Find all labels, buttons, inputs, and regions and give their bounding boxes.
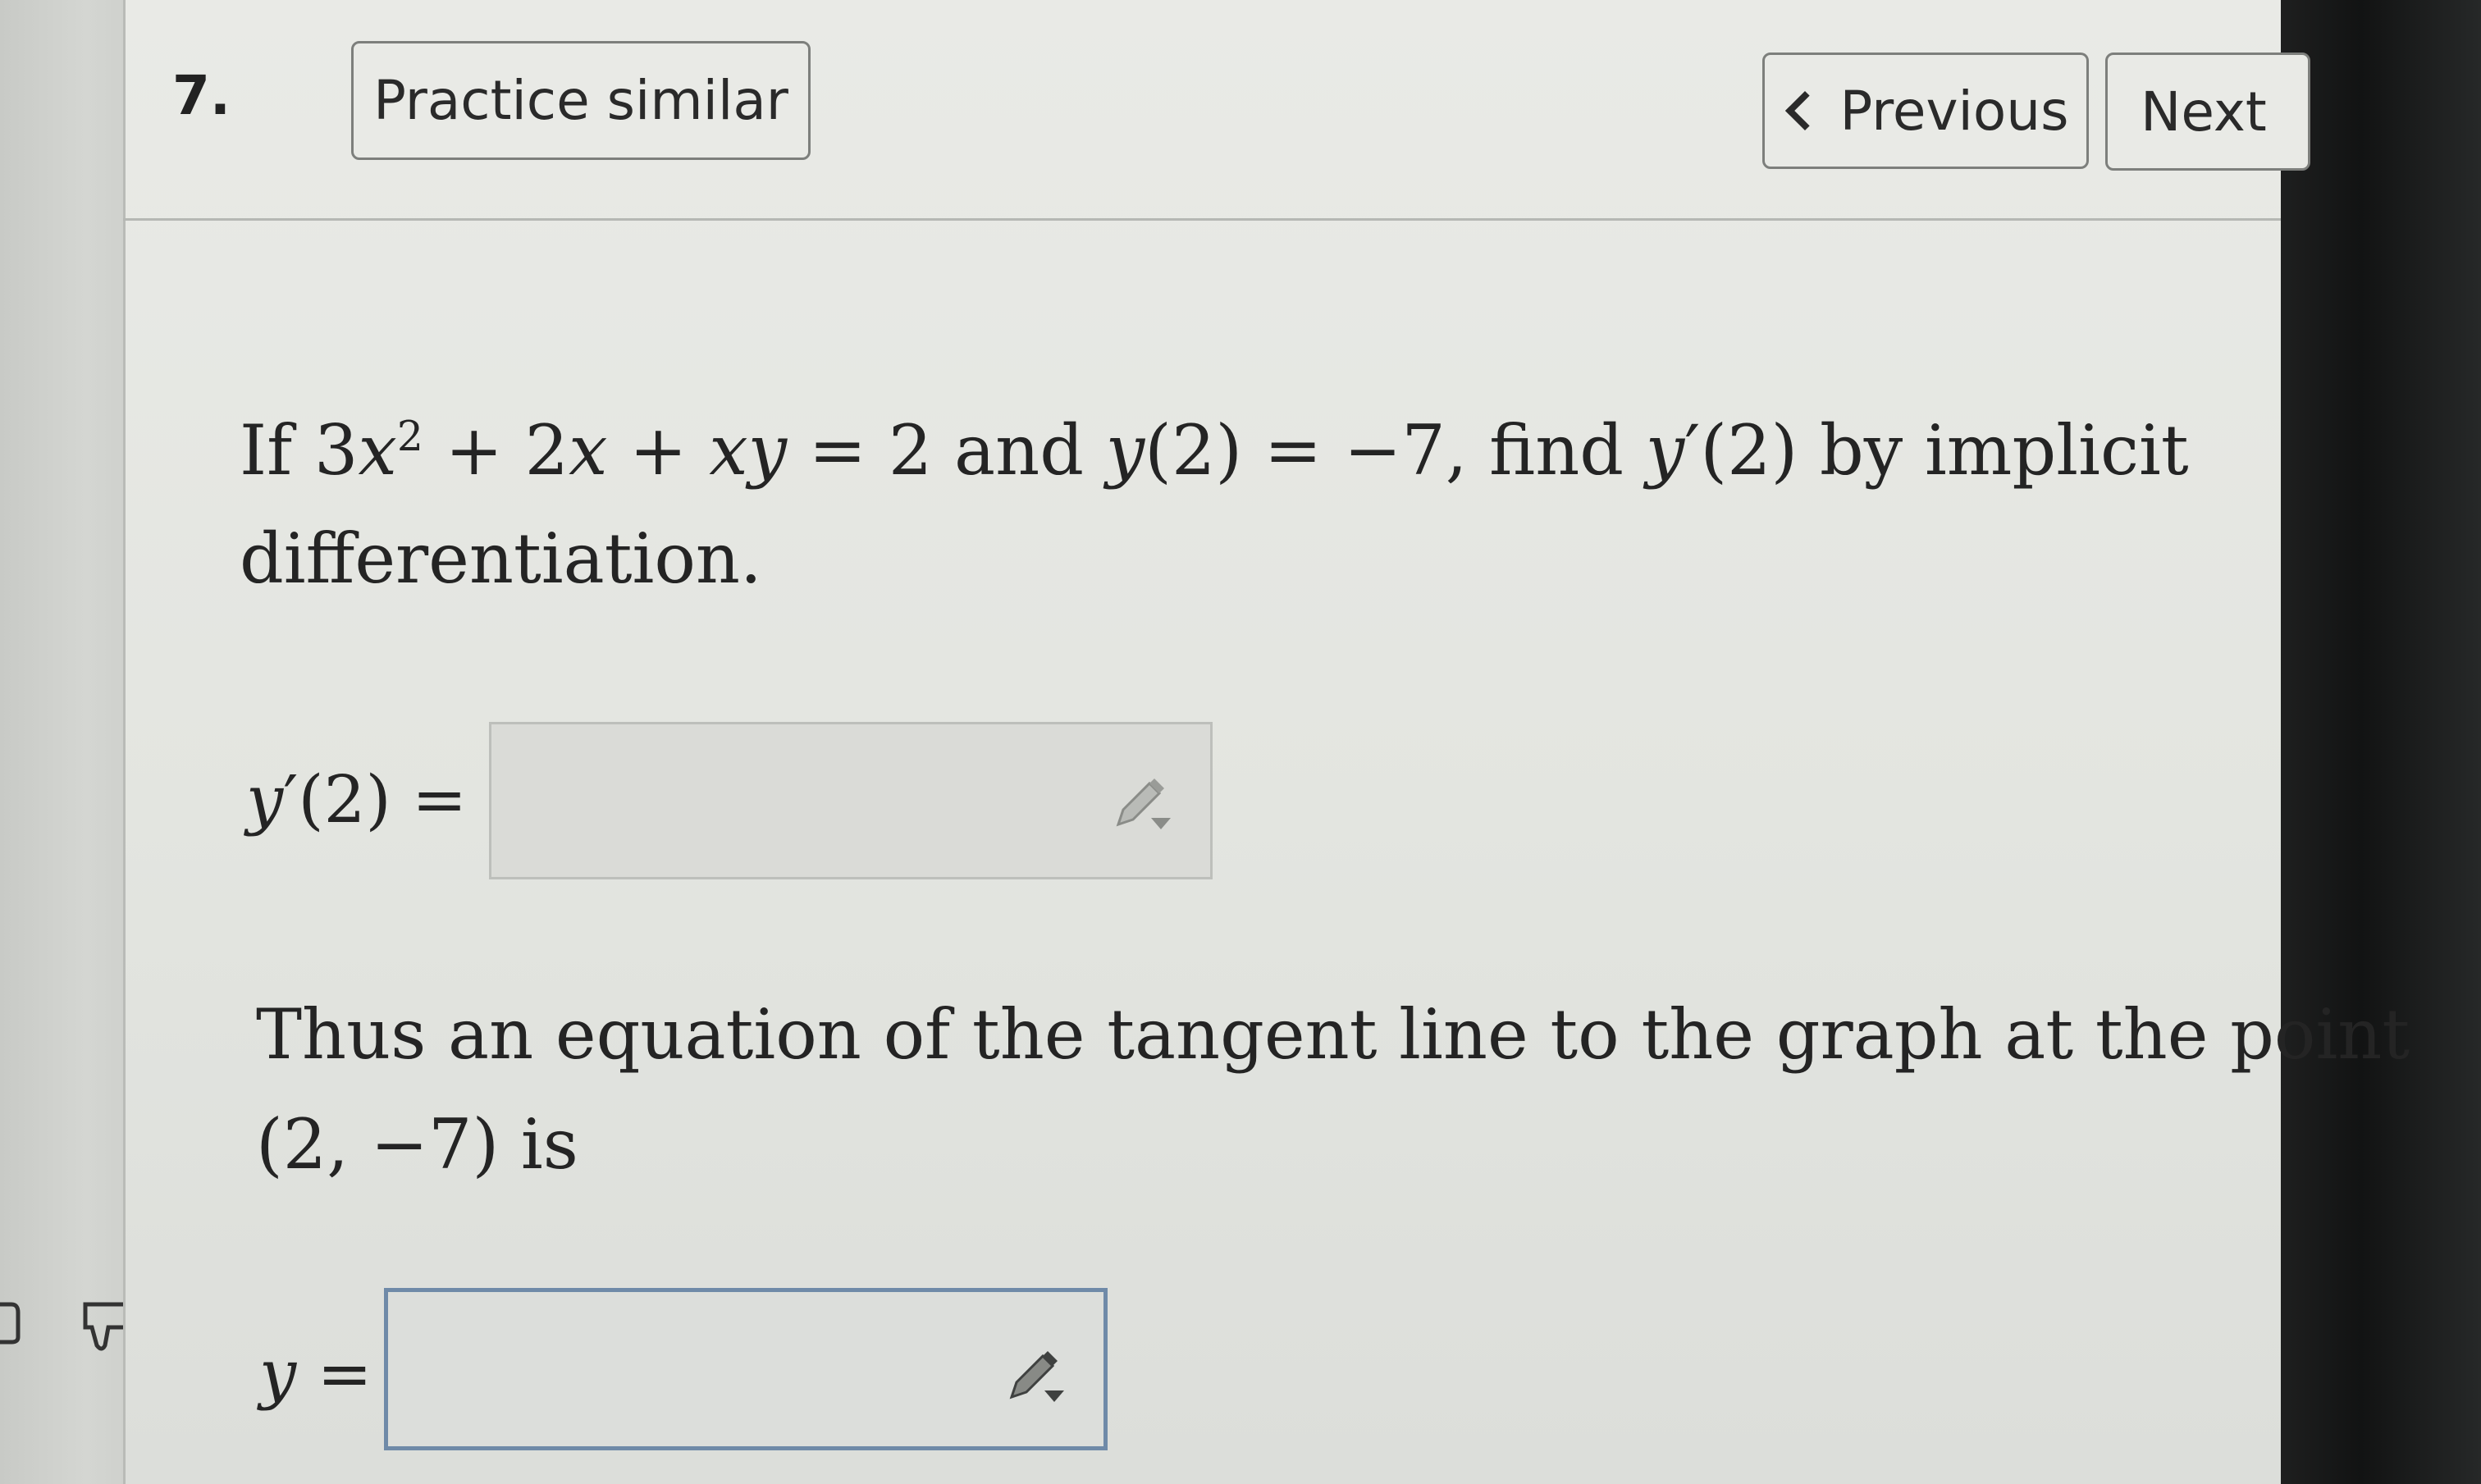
left-panel: [0, 0, 123, 1484]
chevron-left-icon: [1784, 90, 1825, 131]
question-number: 7.: [172, 64, 231, 127]
pencil-icon[interactable]: [1103, 767, 1177, 841]
y-label: y =: [259, 1336, 372, 1412]
question-text-line3: Thus an equation of the tangent line to …: [256, 994, 2410, 1075]
practice-similar-label: Practice similar: [373, 69, 788, 132]
thumbs-up-icon[interactable]: [0, 1302, 21, 1345]
tangent-line-answer-input[interactable]: [384, 1288, 1108, 1450]
header-divider: [123, 218, 2281, 221]
previous-button[interactable]: Previous: [1762, 53, 2089, 169]
practice-similar-button[interactable]: Practice similar: [351, 41, 811, 160]
screen-bezel: [2281, 0, 2481, 1484]
yprime-label: y′(2) =: [246, 761, 468, 838]
next-label: Next: [2141, 80, 2267, 144]
next-button[interactable]: Next: [2105, 53, 2310, 171]
question-text-line2: differentiation.: [240, 518, 762, 599]
pencil-icon[interactable]: [997, 1340, 1071, 1413]
question-text-line1: If 3x2 + 2x + xy = 2 and y(2) = −7, find…: [240, 410, 2189, 491]
question-text-line4: (2, −7) is: [256, 1104, 578, 1185]
yprime-answer-input[interactable]: [489, 722, 1213, 879]
previous-label: Previous: [1839, 79, 2069, 143]
